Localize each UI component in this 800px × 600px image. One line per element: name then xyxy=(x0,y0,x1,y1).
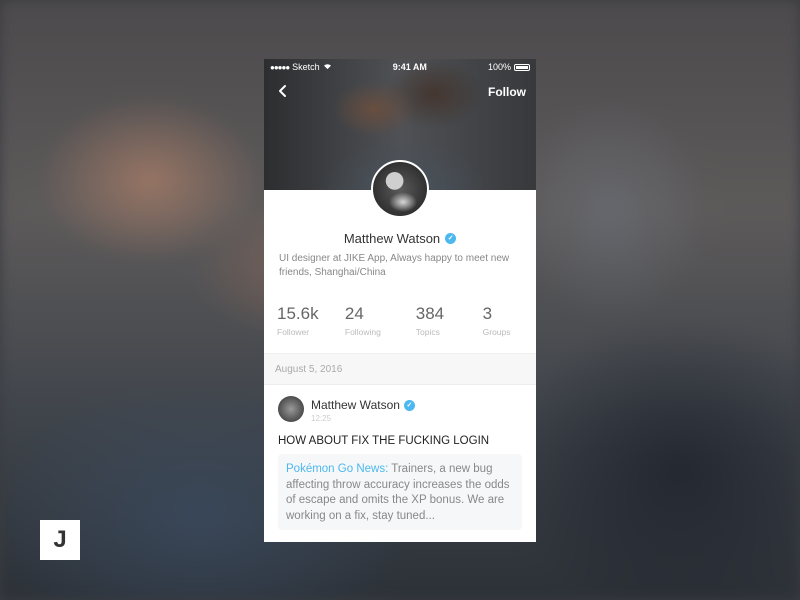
carrier-name: Sketch xyxy=(292,62,320,72)
nav-bar: Follow xyxy=(264,81,536,103)
post-author-avatar[interactable] xyxy=(278,396,304,422)
profile-bio: UI designer at JIKE App, Always happy to… xyxy=(279,253,510,278)
stat-groups[interactable]: 3 Groups xyxy=(483,304,522,337)
follow-button[interactable]: Follow xyxy=(488,85,526,99)
feed-date-header: August 5, 2016 xyxy=(264,354,536,385)
stat-following[interactable]: 24 Following xyxy=(345,304,416,337)
news-source[interactable]: Pokémon Go News: xyxy=(286,463,388,475)
post-shared-news-card[interactable]: Pokémon Go News: Trainers, a new bug aff… xyxy=(278,454,522,530)
verified-badge-icon: ✓ xyxy=(445,233,457,244)
post-author-row: Matthew Watson ✓ xyxy=(311,398,415,412)
stat-value: 384 xyxy=(415,304,445,323)
stat-value: 3 xyxy=(482,304,493,323)
battery-percent: 100% xyxy=(487,62,511,72)
feed-post[interactable]: Matthew Watson ✓ 12:25 HOW ABOUT FIX THE… xyxy=(264,385,536,530)
wifi-icon xyxy=(323,62,332,72)
profile-name: Matthew Watson xyxy=(343,231,441,246)
feed-date: August 5, 2016 xyxy=(275,363,343,375)
stat-label: Groups xyxy=(482,327,511,337)
profile-avatar[interactable] xyxy=(371,160,429,218)
battery-icon xyxy=(514,63,530,71)
battery-info: 100% xyxy=(488,62,530,72)
back-button[interactable] xyxy=(278,82,288,103)
stat-label: Following xyxy=(344,327,381,337)
post-header: Matthew Watson ✓ 12:25 xyxy=(278,396,522,423)
stat-topics[interactable]: 384 Topics xyxy=(416,304,483,337)
phone-screen: ●●●●● Sketch 9:41 AM 100% Follow Matthew… xyxy=(264,59,536,542)
status-time: 9:41 AM xyxy=(392,62,427,72)
jike-logo: J xyxy=(40,520,80,560)
stat-value: 15.6k xyxy=(277,304,319,323)
post-title: HOW ABOUT FIX THE FUCKING LOGIN xyxy=(278,435,490,447)
post-author-info: Matthew Watson ✓ 12:25 xyxy=(311,396,415,423)
status-bar: ●●●●● Sketch 9:41 AM 100% xyxy=(264,59,536,75)
carrier-info: ●●●●● Sketch xyxy=(270,62,332,72)
stat-value: 24 xyxy=(344,304,364,323)
stat-follower[interactable]: 15.6k Follower xyxy=(277,304,345,337)
post-timestamp: 12:25 xyxy=(311,414,332,423)
profile-name-row: Matthew Watson ✓ xyxy=(264,231,536,246)
stat-label: Topics xyxy=(415,327,440,337)
chevron-left-icon xyxy=(279,84,286,97)
stat-label: Follower xyxy=(277,327,310,337)
profile-stats: 15.6k Follower 24 Following 384 Topics 3… xyxy=(277,304,522,337)
verified-badge-icon: ✓ xyxy=(403,399,415,411)
signal-icon: ●●●●● xyxy=(270,62,290,72)
logo-letter: J xyxy=(53,526,67,553)
post-author-name[interactable]: Matthew Watson xyxy=(311,398,400,412)
